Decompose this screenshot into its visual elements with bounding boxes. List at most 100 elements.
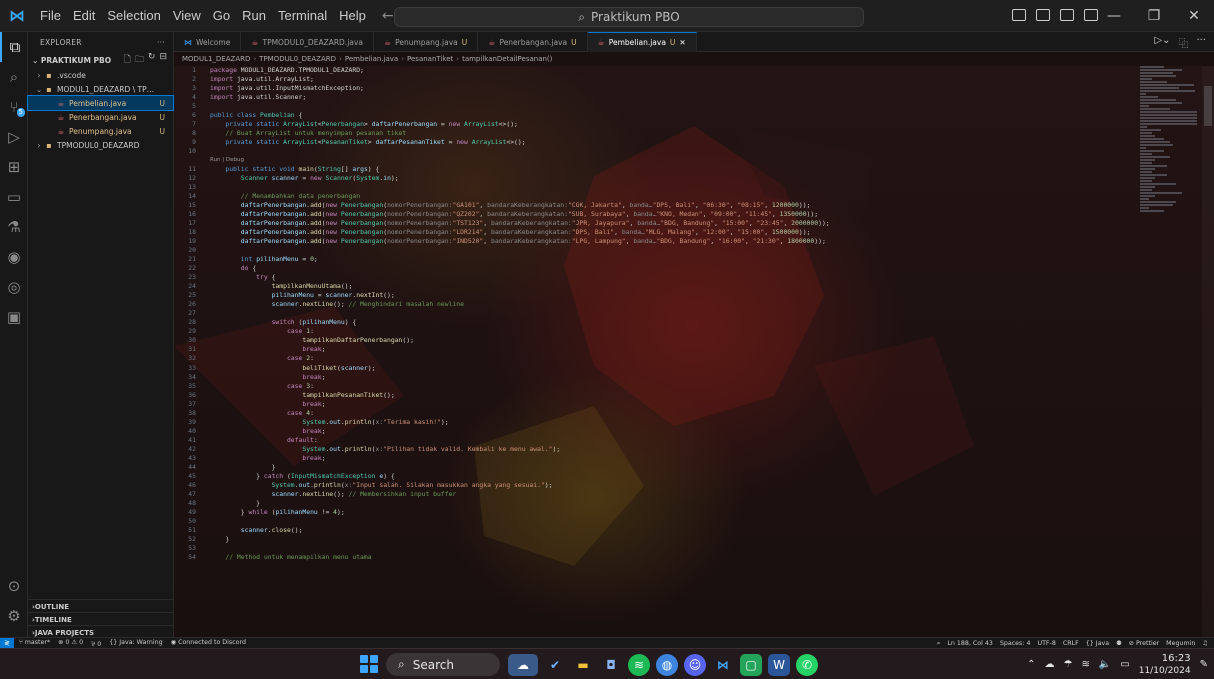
remote-explorer-icon[interactable]: ▭ — [0, 182, 28, 212]
split-editor-icon[interactable]: ⿻ — [1178, 35, 1188, 50]
notifications-icon[interactable]: ♫ — [1202, 640, 1208, 647]
breadcrumb-item[interactable]: Pembelian.java — [345, 55, 398, 63]
onedrive-icon[interactable]: ☁ — [1044, 659, 1054, 670]
java-status[interactable]: {} Java: Warning — [109, 639, 162, 648]
menu-selection[interactable]: Selection — [101, 8, 166, 23]
problems-status[interactable]: ⊗ 0 ⚠ 0 — [58, 639, 83, 648]
close-tab-icon[interactable]: ✕ — [679, 38, 685, 47]
widgets-icon[interactable]: ☁ — [508, 654, 538, 676]
search-icon[interactable]: ⌕ — [0, 62, 28, 92]
toggle-primary-sidebar-icon[interactable] — [1012, 9, 1026, 21]
refresh-icon[interactable]: ↻ — [148, 52, 156, 68]
arrow-left-icon[interactable]: ← — [382, 8, 394, 24]
outline-section[interactable]: › OUTLINE — [28, 599, 174, 613]
chat-app-icon[interactable]: ▢ — [740, 654, 762, 676]
testing-icon[interactable]: ⚗ — [0, 212, 28, 242]
photos-icon[interactable]: ◘ — [600, 654, 622, 676]
menu-terminal[interactable]: Terminal — [272, 8, 333, 23]
timeline-section[interactable]: › TIMELINE — [28, 612, 174, 626]
file-tree-item[interactable]: › ▪ TPMODUL0_DEAZARD — [28, 138, 173, 152]
menu-run[interactable]: Run — [236, 8, 272, 23]
chrome-icon[interactable]: ◍ — [656, 654, 678, 676]
editor-tab[interactable]: ☕ Penumpang.java U — [374, 32, 479, 52]
breadcrumb-item[interactable]: TPMODUL0_DEAZARD — [259, 55, 336, 63]
weather-icon[interactable]: ☂ — [1063, 659, 1072, 670]
clock[interactable]: 16:23 11/10/2024 — [1139, 653, 1191, 677]
explorer-icon[interactable]: ⧉ — [0, 32, 28, 62]
file-tree-item[interactable]: › ▪ .vscode — [28, 68, 173, 82]
breadcrumb-item[interactable]: MODUL1_DEAZARD — [182, 55, 250, 63]
copilot-status-icon[interactable]: ⚉ — [1116, 640, 1122, 647]
user-status[interactable]: Megumin — [1166, 640, 1195, 647]
settings-gear-icon[interactable]: ⚙ — [0, 601, 28, 631]
editor-tab[interactable]: ⋈ Welcome — [174, 32, 242, 52]
remote-indicator-icon[interactable]: ≷ — [0, 637, 14, 649]
toggle-secondary-sidebar-icon[interactable] — [1060, 9, 1074, 21]
discord-status[interactable]: ◉ Connected to Discord — [171, 639, 246, 648]
account-icon[interactable]: ⊙ — [0, 571, 28, 601]
command-center-search[interactable]: ⌕ Praktikum PBO — [394, 7, 864, 27]
file-tree-item[interactable]: ☕ Pembelian.java U — [27, 95, 174, 111]
menu-help[interactable]: Help — [333, 8, 372, 23]
whatsapp-icon[interactable]: ✆ — [796, 654, 818, 676]
minimap-line — [1140, 135, 1155, 137]
cursor-position[interactable]: Ln 188, Col 43 — [947, 640, 993, 647]
editor-tab[interactable]: ☕ Penerbangan.java U — [478, 32, 588, 52]
editor-tab[interactable]: ☕ Pembelian.java U ✕ — [587, 32, 697, 52]
indentation[interactable]: Spaces: 4 — [1000, 640, 1031, 647]
prettier-status[interactable]: ⊘ Prettier — [1129, 640, 1159, 647]
app-pen-icon[interactable]: ✔ — [544, 654, 566, 676]
code-lens[interactable]: Run | Debug — [174, 156, 830, 165]
ports-status[interactable]: ⅌ 0 — [91, 639, 101, 648]
run-debug-icon[interactable]: ▷ — [0, 122, 28, 152]
tray-expand-icon[interactable]: ⌃ — [1027, 659, 1035, 670]
menu-go[interactable]: Go — [207, 8, 236, 23]
close-icon[interactable]: ✕ — [1174, 0, 1214, 32]
zoom-icon[interactable]: ⌕ — [937, 640, 941, 648]
minimize-icon[interactable]: — — [1094, 0, 1134, 32]
minimap-line — [1140, 84, 1194, 86]
toggle-panel-icon[interactable] — [1036, 9, 1050, 21]
wifi-icon[interactable]: ≋ — [1081, 659, 1089, 670]
vscode-taskbar-icon[interactable]: ⋈ — [712, 654, 734, 676]
breadcrumb-item[interactable]: PesananTiket — [407, 55, 453, 63]
branch-status[interactable]: ⑂ master* — [19, 639, 50, 648]
discord-icon[interactable]: ☺ — [684, 654, 706, 676]
word-icon[interactable]: W — [768, 654, 790, 676]
terminal-icon[interactable]: ▣ — [0, 302, 28, 332]
volume-icon[interactable]: 🔈 — [1099, 659, 1111, 670]
file-tree-item[interactable]: ☕ Penerbangan.java U — [28, 110, 173, 124]
spotify-icon[interactable]: ≋ — [628, 654, 650, 676]
taskbar-search[interactable]: ⌕ Search — [386, 653, 500, 676]
editor-scrollbar[interactable] — [1202, 66, 1214, 637]
encoding[interactable]: UTF-8 — [1037, 640, 1055, 647]
more-icon[interactable]: ··· — [1196, 35, 1206, 50]
scrollbar-thumb[interactable] — [1204, 86, 1212, 126]
minimap[interactable] — [1140, 66, 1200, 266]
eol[interactable]: CRLF — [1063, 640, 1079, 647]
editor-tab[interactable]: ☕ TPMODUL0_DEAZARD.java — [241, 32, 374, 52]
new-folder-icon[interactable]: 🗀 — [135, 52, 144, 68]
project-root[interactable]: ⌄ PRAKTIKUM PBO 🗋 🗀 ↻ ⊟ — [28, 52, 173, 68]
menu-file[interactable]: File — [34, 8, 67, 23]
code-editor[interactable]: 1 package MODUL1_DEAZARD.TPMODUL1_DEAZARD… — [174, 66, 1214, 637]
more-actions-icon[interactable]: ··· — [157, 38, 165, 47]
copilot-icon[interactable]: ◉ — [0, 242, 28, 272]
new-file-icon[interactable]: 🗋 — [124, 52, 131, 68]
github-icon[interactable]: ◎ — [0, 272, 28, 302]
menu-edit[interactable]: Edit — [67, 8, 101, 23]
file-tree-item[interactable]: ☕ Penumpang.java U — [28, 124, 173, 138]
collapse-all-icon[interactable]: ⊟ — [159, 52, 167, 68]
breadcrumb-item[interactable]: tampilkanDetailPesanan() — [462, 55, 552, 63]
notification-center-icon[interactable]: ✎ — [1200, 659, 1208, 670]
extensions-icon[interactable]: ⊞ — [0, 152, 28, 182]
battery-icon[interactable]: ▭ — [1120, 659, 1129, 670]
source-control-icon[interactable]: ⑂ 5 — [0, 92, 28, 122]
run-icon[interactable]: ▷⌄ — [1154, 35, 1170, 50]
file-tree-item[interactable]: ⌄ ▪ MODUL1_DEAZARD \ TPM... — [28, 82, 173, 96]
menu-view[interactable]: View — [167, 8, 207, 23]
restore-icon[interactable]: ❐ — [1134, 0, 1174, 32]
windows-start-icon[interactable] — [360, 655, 378, 673]
language-mode[interactable]: {} Java — [1086, 640, 1109, 647]
file-explorer-icon[interactable]: ▬ — [572, 654, 594, 676]
